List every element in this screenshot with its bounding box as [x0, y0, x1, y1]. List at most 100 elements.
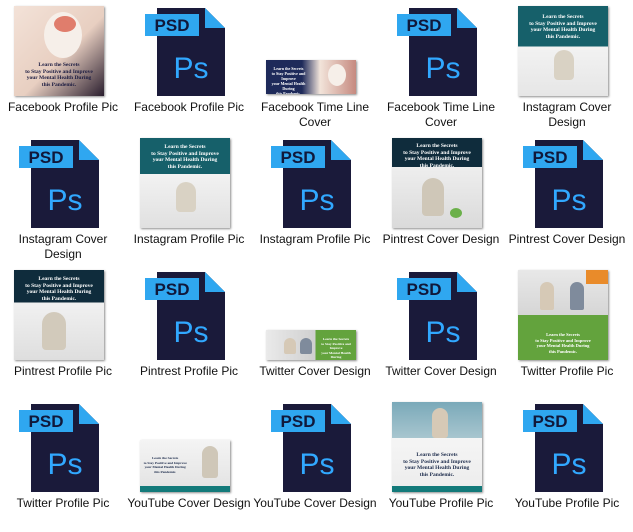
- file-label[interactable]: Twitter Cover Design: [252, 364, 378, 379]
- file-item[interactable]: PSD Ps YouTube Profile Pic: [504, 400, 630, 532]
- person-figure: [284, 338, 296, 354]
- image-thumbnail[interactable]: Learn the Secrets to Stay Positive and I…: [518, 270, 608, 360]
- file-label[interactable]: Twitter Profile Pic: [0, 496, 126, 511]
- file-thumbnail-area: Learn the Secrets to Stay Positive and I…: [252, 268, 378, 364]
- file-label[interactable]: Instagram Profile Pic: [126, 232, 252, 247]
- image-thumbnail[interactable]: Learn the Secrets to Stay Positive and I…: [392, 138, 482, 228]
- file-label[interactable]: Twitter Profile Pic: [504, 364, 630, 379]
- file-thumbnail-area: PSD Ps: [378, 268, 504, 364]
- accent-corner: [586, 270, 608, 284]
- file-item[interactable]: PSD Ps YouTube Cover Design: [252, 400, 378, 532]
- file-item[interactable]: PSD Ps Twitter Profile Pic: [0, 400, 126, 532]
- file-item[interactable]: Learn the Secrets to Stay Positive and I…: [126, 136, 252, 268]
- file-item[interactable]: Learn the Secrets to Stay Positive and I…: [504, 268, 630, 400]
- file-thumbnail-area: PSD Ps: [126, 268, 252, 364]
- psd-file-icon[interactable]: PSD Ps: [17, 402, 109, 494]
- psd-file-icon[interactable]: PSD Ps: [143, 270, 235, 362]
- file-label[interactable]: YouTube Profile Pic: [378, 496, 504, 511]
- image-thumbnail[interactable]: Learn the Secrets to Stay Positive and I…: [266, 60, 356, 94]
- image-thumbnail[interactable]: Learn the Secrets to Stay Positive and I…: [392, 402, 482, 492]
- person-figure: [300, 338, 312, 354]
- file-item[interactable]: PSD Ps Instagram Profile Pic: [252, 136, 378, 268]
- thumb-caption: Learn the Secrets to Stay Positive and I…: [403, 452, 471, 478]
- head-silhouette: [328, 64, 346, 86]
- file-item[interactable]: PSD Ps Facebook Profile Pic: [126, 4, 252, 136]
- person-figure: [554, 50, 574, 80]
- file-thumbnail-area: PSD Ps: [504, 400, 630, 496]
- psd-file-icon[interactable]: PSD Ps: [17, 138, 109, 230]
- file-item[interactable]: Learn the Secrets to Stay Positive and I…: [126, 400, 252, 532]
- image-thumbnail[interactable]: Learn the Secrets to Stay Positive and I…: [140, 138, 230, 228]
- file-label[interactable]: Instagram Cover Design: [504, 100, 630, 130]
- file-thumbnail-area: Learn the Secrets to Stay Positive and I…: [252, 4, 378, 100]
- psd-badge-text: PSD: [407, 280, 442, 299]
- image-thumbnail[interactable]: Learn the Secrets to Stay Positive and I…: [140, 440, 230, 492]
- file-label[interactable]: YouTube Cover Design: [126, 496, 252, 511]
- file-label[interactable]: Instagram Profile Pic: [252, 232, 378, 247]
- psd-file-icon[interactable]: PSD Ps: [395, 270, 487, 362]
- thumb-caption: Learn the Secrets to Stay Positive and I…: [403, 143, 471, 169]
- file-thumbnail-area: PSD Ps: [378, 4, 504, 100]
- ps-glyph: Ps: [47, 448, 82, 481]
- ps-glyph: Ps: [47, 184, 82, 217]
- file-thumbnail-area: Learn the Secrets to Stay Positive and I…: [126, 400, 252, 496]
- file-label[interactable]: Pintrest Profile Pic: [126, 364, 252, 379]
- ps-glyph: Ps: [173, 316, 208, 349]
- thumb-caption: Learn the Secrets to Stay Positive and I…: [143, 456, 187, 474]
- ps-glyph: Ps: [425, 52, 460, 85]
- plant-icon: [450, 208, 462, 218]
- file-label[interactable]: Facebook Profile Pic: [126, 100, 252, 115]
- file-item[interactable]: PSD Ps Twitter Cover Design: [378, 268, 504, 400]
- thumb-caption: Learn the Secrets to Stay Positive and I…: [535, 332, 591, 354]
- psd-file-icon[interactable]: PSD Ps: [521, 138, 613, 230]
- file-label[interactable]: YouTube Cover Design: [252, 496, 378, 511]
- thumb-caption: Learn the Secrets to Stay Positive and I…: [25, 276, 93, 302]
- file-label[interactable]: Facebook Profile Pic: [0, 100, 126, 115]
- file-thumbnail-area: PSD Ps: [0, 136, 126, 232]
- file-label[interactable]: Pintrest Profile Pic: [0, 364, 126, 379]
- ps-glyph: Ps: [299, 448, 334, 481]
- ps-glyph: Ps: [173, 52, 208, 85]
- accent-stripe: [140, 486, 230, 492]
- file-label[interactable]: Facebook Time Line Cover: [378, 100, 504, 130]
- file-thumbnail-area: PSD Ps: [0, 400, 126, 496]
- file-label[interactable]: Pintrest Cover Design: [378, 232, 504, 247]
- file-item[interactable]: Learn the Secrets to Stay Positive and I…: [378, 400, 504, 532]
- file-thumbnail-area: Learn the Secrets to Stay Positive and I…: [0, 4, 126, 100]
- file-item[interactable]: Learn the Secrets to Stay Positive and I…: [504, 4, 630, 136]
- image-thumbnail[interactable]: Learn the Secrets to Stay Positive and I…: [14, 270, 104, 360]
- psd-file-icon[interactable]: PSD Ps: [269, 138, 361, 230]
- file-label[interactable]: Instagram Cover Design: [0, 232, 126, 262]
- file-grid: Learn the Secrets to Stay Positive and I…: [0, 0, 633, 528]
- image-thumbnail[interactable]: Learn the Secrets to Stay Positive and I…: [518, 6, 608, 96]
- file-label[interactable]: Pintrest Cover Design: [504, 232, 630, 247]
- psd-file-icon[interactable]: PSD Ps: [521, 402, 613, 494]
- psd-file-icon[interactable]: PSD Ps: [143, 6, 235, 98]
- image-thumbnail[interactable]: Learn the Secrets to Stay Positive and I…: [266, 330, 356, 360]
- file-item[interactable]: PSD Ps Pintrest Profile Pic: [126, 268, 252, 400]
- file-item[interactable]: Learn the Secrets to Stay Positive and I…: [378, 136, 504, 268]
- psd-badge-text: PSD: [281, 412, 316, 431]
- file-thumbnail-area: Learn the Secrets to Stay Positive and I…: [378, 136, 504, 232]
- file-item[interactable]: Learn the Secrets to Stay Positive and I…: [252, 4, 378, 136]
- thumb-caption: Learn the Secrets to Stay Positive and I…: [25, 62, 93, 88]
- file-item[interactable]: Learn the Secrets to Stay Positive and I…: [0, 4, 126, 136]
- ps-glyph: Ps: [425, 316, 460, 349]
- file-item[interactable]: PSD Ps Pintrest Cover Design: [504, 136, 630, 268]
- psd-file-icon[interactable]: PSD Ps: [269, 402, 361, 494]
- thumb-caption: Learn the Secrets to Stay Positive and I…: [271, 66, 306, 94]
- person-figure: [422, 178, 444, 216]
- brain-icon: [54, 16, 76, 32]
- file-label[interactable]: YouTube Profile Pic: [504, 496, 630, 511]
- accent-stripe: [392, 486, 482, 492]
- file-item[interactable]: Learn the Secrets to Stay Positive and I…: [252, 268, 378, 400]
- psd-file-icon[interactable]: PSD Ps: [395, 6, 487, 98]
- person-figure: [540, 282, 554, 310]
- file-item[interactable]: PSD Ps Instagram Cover Design: [0, 136, 126, 268]
- file-item[interactable]: Learn the Secrets to Stay Positive and I…: [0, 268, 126, 400]
- image-thumbnail[interactable]: Learn the Secrets to Stay Positive and I…: [14, 6, 104, 96]
- file-label[interactable]: Facebook Time Line Cover: [252, 100, 378, 130]
- file-label[interactable]: Twitter Cover Design: [378, 364, 504, 379]
- file-item[interactable]: PSD Ps Facebook Time Line Cover: [378, 4, 504, 136]
- psd-badge-text: PSD: [155, 16, 190, 35]
